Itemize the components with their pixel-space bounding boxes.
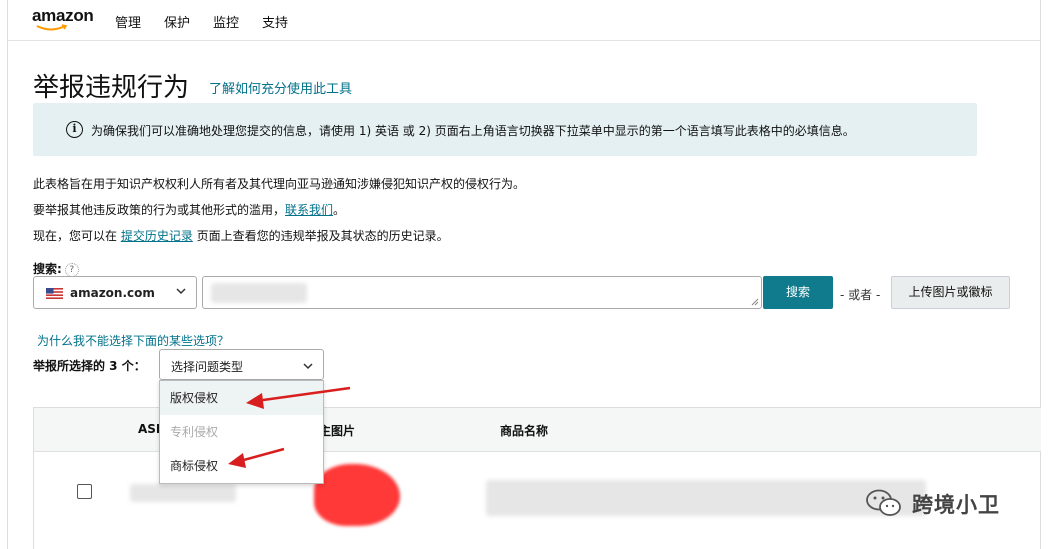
contact-text: 要举报其他违反政策的行为或其他形式的滥用， [33, 203, 286, 217]
search-label-text: 搜索: [33, 262, 62, 276]
contact-us-link[interactable]: 联系我们 [285, 203, 333, 217]
upload-image-button[interactable]: 上传图片或徽标 [891, 276, 1010, 309]
report-selected-label: 举报所选择的 3 个： [33, 359, 146, 373]
nav-protect[interactable]: 保护 [164, 12, 190, 31]
redacted-product-name [486, 480, 926, 516]
issue-type-select[interactable]: 选择问题类型 [159, 349, 324, 380]
wechat-icon [866, 489, 901, 516]
watermark-text: 跨境小卫 [912, 493, 1000, 517]
contact-paragraph: 要举报其他违反政策的行为或其他形式的滥用，联系我们。 [33, 201, 345, 218]
intro-paragraph: 此表格旨在用于知识产权权利人所有者及其代理向亚马逊通知涉嫌侵犯知识产权的侵权行为… [33, 177, 526, 191]
submission-history-link[interactable]: 提交历史记录 [121, 229, 193, 243]
search-label: 搜索:? [33, 260, 79, 277]
history-text: 现在，您可以在 [33, 229, 121, 243]
amazon-logo[interactable]: amazon [32, 6, 94, 26]
history-text-end: 页面上查看您的违规举报及其状态的历史记录。 [192, 229, 449, 243]
nav-manage[interactable]: 管理 [115, 12, 141, 31]
redacted-asin [130, 484, 236, 502]
column-product-name: 商品名称 [500, 424, 549, 438]
info-text: 为确保我们可以准确地处理您提交的信息，请使用 1) 英语 或 2) 页面右上角语… [91, 124, 855, 138]
why-cannot-select-link[interactable]: 为什么我不能选择下面的某些选项？ [37, 332, 229, 349]
page-title: 举报违规行为 [33, 73, 190, 103]
row-checkbox[interactable] [77, 484, 92, 499]
history-paragraph: 现在，您可以在 提交历史记录 页面上查看您的违规举报及其状态的历史记录。 [33, 227, 449, 244]
redacted-image [314, 464, 400, 526]
column-asin: ASI [138, 422, 161, 436]
amazon-smile-icon [36, 24, 68, 31]
nav-monitor[interactable]: 监控 [213, 12, 239, 31]
top-nav: amazon 管理 保护 监控 支持 [7, 0, 1041, 41]
watermark: 跨境小卫 [864, 486, 1024, 522]
marketplace-select[interactable]: amazon.com [33, 276, 197, 309]
issue-type-placeholder: 选择问题类型 [171, 360, 244, 374]
info-banner: i 为确保我们可以准确地处理您提交的信息，请使用 1) 英语 或 2) 页面右上… [33, 103, 977, 156]
annotation-arrow-icon [228, 447, 285, 468]
info-icon: i [66, 121, 83, 138]
or-separator: - 或者 - [840, 288, 881, 302]
learn-tool-link[interactable]: 了解如何充分使用此工具 [209, 78, 352, 97]
search-input[interactable] [202, 276, 762, 309]
help-icon[interactable]: ? [64, 262, 79, 277]
search-button[interactable]: 搜索 [763, 276, 833, 309]
us-flag-icon [46, 288, 63, 299]
chevron-down-icon [303, 363, 313, 370]
redacted-query [211, 283, 307, 303]
resize-grip-icon[interactable] [751, 298, 759, 306]
nav-support[interactable]: 支持 [262, 12, 288, 31]
marketplace-value: amazon.com [70, 286, 155, 300]
annotation-arrow-icon [246, 386, 351, 409]
chevron-down-icon [176, 288, 186, 295]
contact-text-end: 。 [333, 203, 346, 217]
column-main-image: 主图片 [319, 424, 356, 438]
